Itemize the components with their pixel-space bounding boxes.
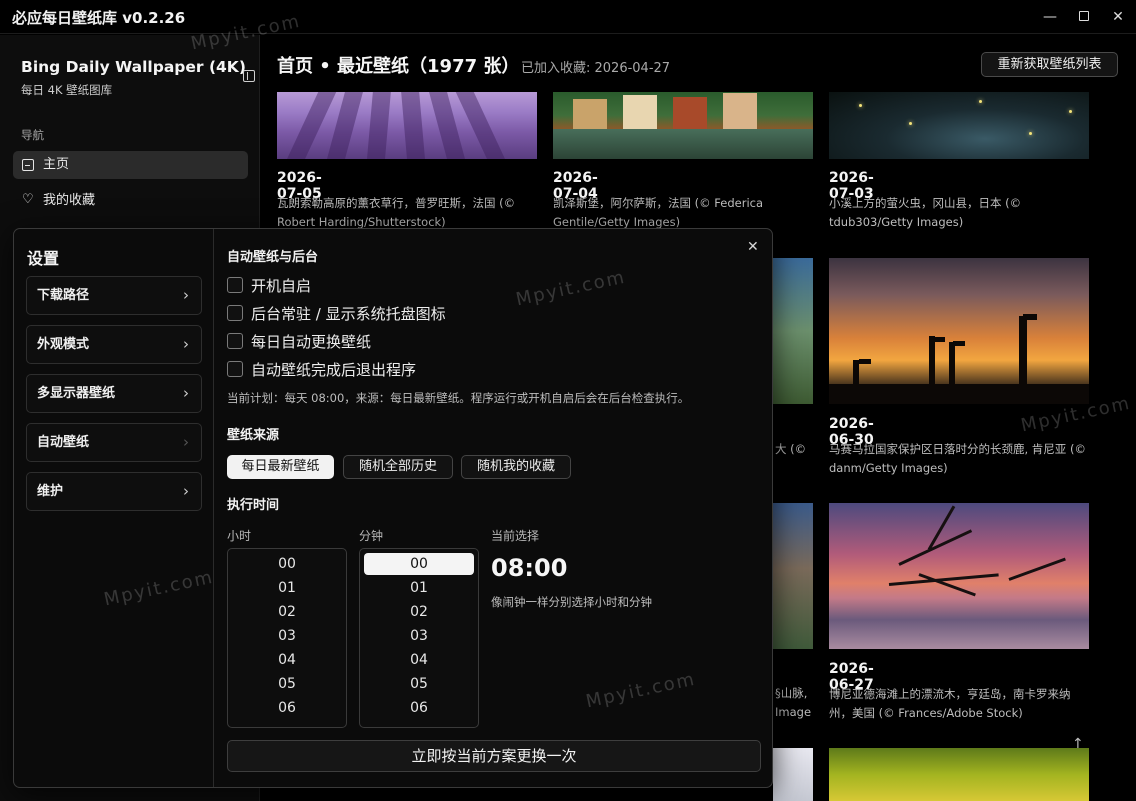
wallpaper-thumbnail[interactable] <box>773 258 813 404</box>
card-description: §山脉, <box>775 686 808 700</box>
collapse-sidebar-icon[interactable] <box>243 70 255 82</box>
menu-maintenance[interactable]: 维护 › <box>26 472 202 511</box>
menu-label: 多显示器壁纸 <box>37 386 116 401</box>
checkbox-label: 后台常驻 / 显示系统托盘图标 <box>251 305 446 323</box>
minute-option[interactable]: 03 <box>360 625 478 647</box>
menu-label: 自动壁纸 <box>37 435 90 450</box>
sidebar-item-label: 主页 <box>43 157 70 172</box>
menu-download-path[interactable]: 下载路径 › <box>26 276 202 315</box>
brand-subtitle: 每日 4K 壁纸图库 <box>21 83 113 97</box>
nav-label: 导航 <box>21 128 44 142</box>
menu-multi-monitor[interactable]: 多显示器壁纸 › <box>26 374 202 413</box>
hour-label: 小时 <box>227 529 252 543</box>
minute-picker[interactable]: 00 01 02 03 04 05 06 <box>359 548 479 728</box>
close-window-button[interactable]: ✕ <box>1106 6 1130 28</box>
source-daily-latest-button[interactable]: 每日最新壁纸 <box>227 455 334 479</box>
chevron-right-icon: › <box>183 433 189 451</box>
title-bar: 必应每日壁纸库 v0.2.26 — ✕ <box>0 0 1136 34</box>
chevron-right-icon: › <box>183 482 189 500</box>
hour-option[interactable]: 05 <box>228 673 346 695</box>
card-description: 瓦朗索勒高原的薰衣草行，普罗旺斯，法国 (© Robert Harding/Sh… <box>277 196 516 229</box>
chevron-right-icon: › <box>183 335 189 353</box>
menu-appearance[interactable]: 外观模式 › <box>26 325 202 364</box>
checkbox-exit-after[interactable]: 自动壁纸完成后退出程序 <box>227 359 416 379</box>
source-random-favorites-button[interactable]: 随机我的收藏 <box>461 455 571 479</box>
wallpaper-thumbnail[interactable] <box>773 748 813 801</box>
wallpaper-thumbnail <box>829 503 1089 649</box>
minute-option[interactable]: 06 <box>360 697 478 719</box>
sidebar-item-favorites[interactable]: ♡ 我的收藏 <box>13 187 248 215</box>
wallpaper-thumbnail[interactable] <box>773 503 813 649</box>
close-settings-button[interactable]: ✕ <box>747 239 759 255</box>
brand-title: Bing Daily Wallpaper (4K) <box>21 58 246 76</box>
minute-option-selected[interactable]: 00 <box>364 553 474 575</box>
current-time: 08:00 <box>491 554 568 582</box>
refresh-list-button[interactable]: 重新获取壁纸列表 <box>981 52 1118 77</box>
checkbox-label: 每日自动更换壁纸 <box>251 333 372 351</box>
minimize-button[interactable]: — <box>1038 6 1062 28</box>
menu-label: 下载路径 <box>37 288 90 303</box>
maximize-button[interactable] <box>1072 6 1096 28</box>
minute-option[interactable]: 01 <box>360 577 478 599</box>
hour-option[interactable]: 00 <box>228 553 346 575</box>
hour-option[interactable]: 02 <box>228 601 346 623</box>
menu-auto-wallpaper[interactable]: 自动壁纸 › <box>26 423 202 462</box>
card-description: 凯泽斯堡，阿尔萨斯，法国 (© Federica Gentile/Getty I… <box>553 196 764 229</box>
wallpaper-thumbnail <box>829 258 1089 404</box>
menu-label: 外观模式 <box>37 337 90 352</box>
home-icon <box>22 159 34 171</box>
current-selection-label: 当前选择 <box>491 529 540 543</box>
current-hint: 像闹钟一样分别选择小时和分钟 <box>491 595 652 609</box>
menu-label: 维护 <box>37 484 64 499</box>
settings-menu: 设置 下载路径 › 外观模式 › 多显示器壁纸 › 自动壁纸 › 维护 › <box>14 229 214 787</box>
section-auto-heading: 自动壁纸与后台 <box>227 250 319 265</box>
sidebar-item-label: 我的收藏 <box>43 193 96 208</box>
app-title: 必应每日壁纸库 v0.2.26 <box>12 9 186 27</box>
settings-dialog: 设置 下载路径 › 外观模式 › 多显示器壁纸 › 自动壁纸 › 维护 › 自动… <box>13 228 773 788</box>
maximize-icon <box>1079 11 1089 21</box>
minute-option[interactable]: 04 <box>360 649 478 671</box>
settings-content: 自动壁纸与后台 ✕ 开机自启 后台常驻 / 显示系统托盘图标 每日自动更换壁纸 … <box>215 229 772 787</box>
section-source-heading: 壁纸来源 <box>227 428 280 443</box>
apply-now-button[interactable]: 立即按当前方案更换一次 <box>227 740 761 772</box>
checkbox-tray[interactable]: 后台常驻 / 显示系统托盘图标 <box>227 303 446 323</box>
wallpaper-thumbnail <box>829 92 1089 159</box>
minute-option[interactable]: 02 <box>360 601 478 623</box>
wallpaper-thumbnail[interactable] <box>829 748 1089 801</box>
hour-option[interactable]: 04 <box>228 649 346 671</box>
chevron-right-icon: › <box>183 286 189 304</box>
settings-title: 设置 <box>27 249 60 268</box>
checkbox[interactable] <box>227 277 243 293</box>
section-time-heading: 执行时间 <box>227 498 280 513</box>
checkbox[interactable] <box>227 361 243 377</box>
favorite-status: 已加入收藏: 2026-04-27 <box>521 61 671 76</box>
source-random-history-button[interactable]: 随机全部历史 <box>343 455 453 479</box>
scroll-to-top-button[interactable]: ↑ <box>1072 736 1084 752</box>
card-description: 大 (© <box>775 442 807 456</box>
checkbox[interactable] <box>227 305 243 321</box>
checkbox-label: 自动壁纸完成后退出程序 <box>251 361 417 379</box>
hour-picker[interactable]: 00 01 02 03 04 05 06 <box>227 548 347 728</box>
minute-label: 分钟 <box>359 529 384 543</box>
checkbox-label: 开机自启 <box>251 277 312 295</box>
checkbox-daily-change[interactable]: 每日自动更换壁纸 <box>227 331 371 351</box>
card-description: 小溪上方的萤火虫，冈山县，日本 (© tdub303/Getty Images) <box>829 196 1022 229</box>
wallpaper-thumbnail <box>277 92 537 159</box>
card-description: Image <box>775 705 812 719</box>
chevron-right-icon: › <box>183 384 189 402</box>
checkbox-autostart[interactable]: 开机自启 <box>227 275 311 295</box>
sidebar-item-home[interactable]: 主页 <box>13 151 248 179</box>
wallpaper-thumbnail <box>553 92 813 159</box>
card-description: 马赛马拉国家保护区日落时分的长颈鹿, 肯尼亚 (© danm/Getty Ima… <box>829 442 1086 475</box>
hour-option[interactable]: 06 <box>228 697 346 719</box>
card-description: 博尼亚德海滩上的漂流木，亨廷岛，南卡罗来纳州，美国 (© Frances/Ado… <box>829 687 1071 720</box>
page-title: 首页 • 最近壁纸（1977 张） <box>277 56 520 77</box>
hour-option[interactable]: 01 <box>228 577 346 599</box>
hour-option[interactable]: 03 <box>228 625 346 647</box>
checkbox[interactable] <box>227 333 243 349</box>
heart-icon: ♡ <box>22 192 34 207</box>
minute-option[interactable]: 05 <box>360 673 478 695</box>
plan-summary: 当前计划：每天 08:00，来源：每日最新壁纸。程序运行或开机自启后会在后台检查… <box>227 391 690 405</box>
